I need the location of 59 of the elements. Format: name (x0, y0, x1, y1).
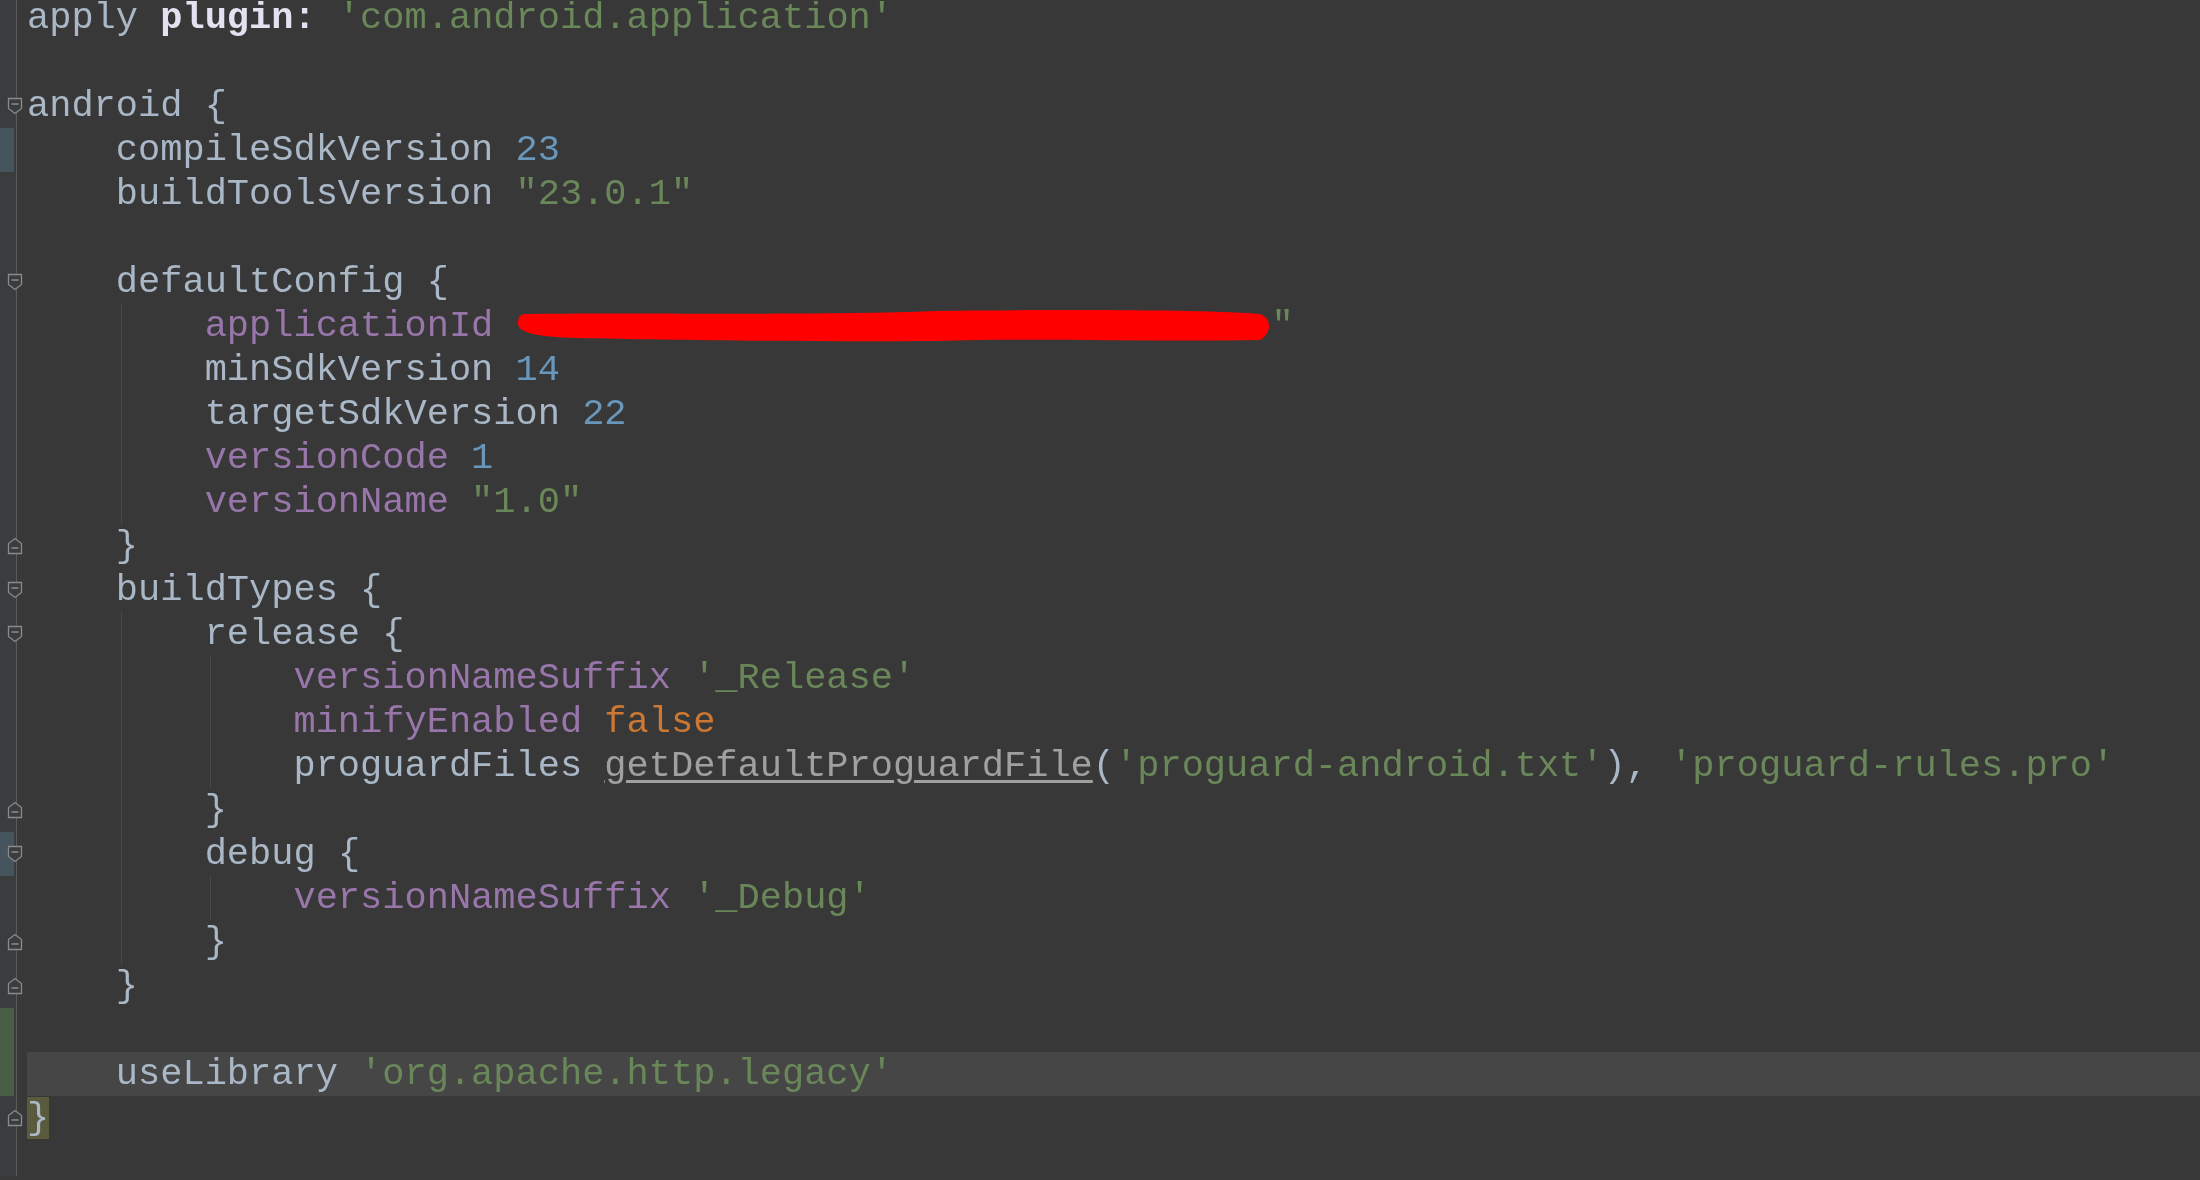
string-literal: 'org.apache.http.legacy' (360, 1053, 893, 1095)
number-literal: 22 (582, 393, 627, 435)
string-literal: '_Release' (693, 657, 916, 699)
string-literal: "1.0" (471, 481, 583, 523)
code-text: proguardFiles (293, 745, 583, 787)
code-keyword: plugin: (160, 0, 316, 39)
property-name: applicationId (204, 305, 494, 347)
matched-brace: } (27, 1097, 50, 1139)
string-literal: 'com.android.application' (337, 0, 893, 39)
fold-icon[interactable] (7, 933, 23, 951)
number-literal: 1 (471, 437, 494, 479)
string-literal: '_Debug' (693, 877, 871, 919)
code-punctuation: } (115, 525, 139, 567)
property-name: versionNameSuffix (293, 877, 671, 919)
code-text: release (204, 613, 361, 655)
code-punctuation: { (426, 261, 449, 303)
code-text: apply (27, 0, 139, 39)
string-literal: 'proguard-rules.pro' (1670, 745, 2115, 787)
code-text: useLibrary (115, 1053, 338, 1095)
code-punctuation: { (360, 569, 383, 611)
code-punctuation: } (115, 965, 139, 1007)
fold-icon[interactable] (7, 625, 23, 643)
fold-icon[interactable] (7, 97, 23, 115)
change-marker (0, 1052, 14, 1096)
fold-icon[interactable] (7, 1109, 23, 1127)
change-marker (0, 128, 14, 172)
fold-icon[interactable] (7, 537, 23, 555)
boolean-literal: false (604, 701, 716, 743)
fold-icon[interactable] (7, 273, 23, 291)
property-name: versionName (204, 481, 449, 523)
code-punctuation: } (204, 789, 227, 831)
code-punctuation: { (382, 613, 405, 655)
property-name: minifyEnabled (293, 701, 583, 743)
code-punctuation: { (204, 85, 227, 127)
code-punctuation: { (337, 833, 361, 875)
fold-icon[interactable] (7, 801, 23, 819)
fold-icon[interactable] (7, 845, 23, 863)
code-text: buildToolsVersion (115, 173, 494, 215)
code-text: minSdkVersion (204, 349, 494, 391)
number-literal: 23 (515, 129, 560, 171)
property-name: versionNameSuffix (293, 657, 671, 699)
fold-icon[interactable] (7, 977, 23, 995)
property-name: versionCode (204, 437, 449, 479)
method-call: getDefaultProguardFile (604, 745, 1093, 787)
code-punctuation: } (204, 921, 227, 963)
code-text: targetSdkVersion (204, 393, 560, 435)
code-text: android (27, 85, 183, 127)
code-text: compileSdkVersion (115, 129, 494, 171)
code-text: buildTypes (115, 569, 338, 611)
code-punctuation: ), (1603, 745, 1648, 787)
number-literal: 14 (515, 349, 560, 391)
change-marker (0, 1008, 14, 1052)
string-literal: "23.0.1" (515, 173, 694, 215)
code-text: debug (204, 833, 316, 875)
code-punctuation: ( (1092, 745, 1116, 787)
string-literal: " (1271, 305, 1294, 347)
code-text: defaultConfig (115, 261, 405, 303)
fold-icon[interactable] (7, 581, 23, 599)
string-literal: 'proguard-android.txt' (1115, 745, 1604, 787)
